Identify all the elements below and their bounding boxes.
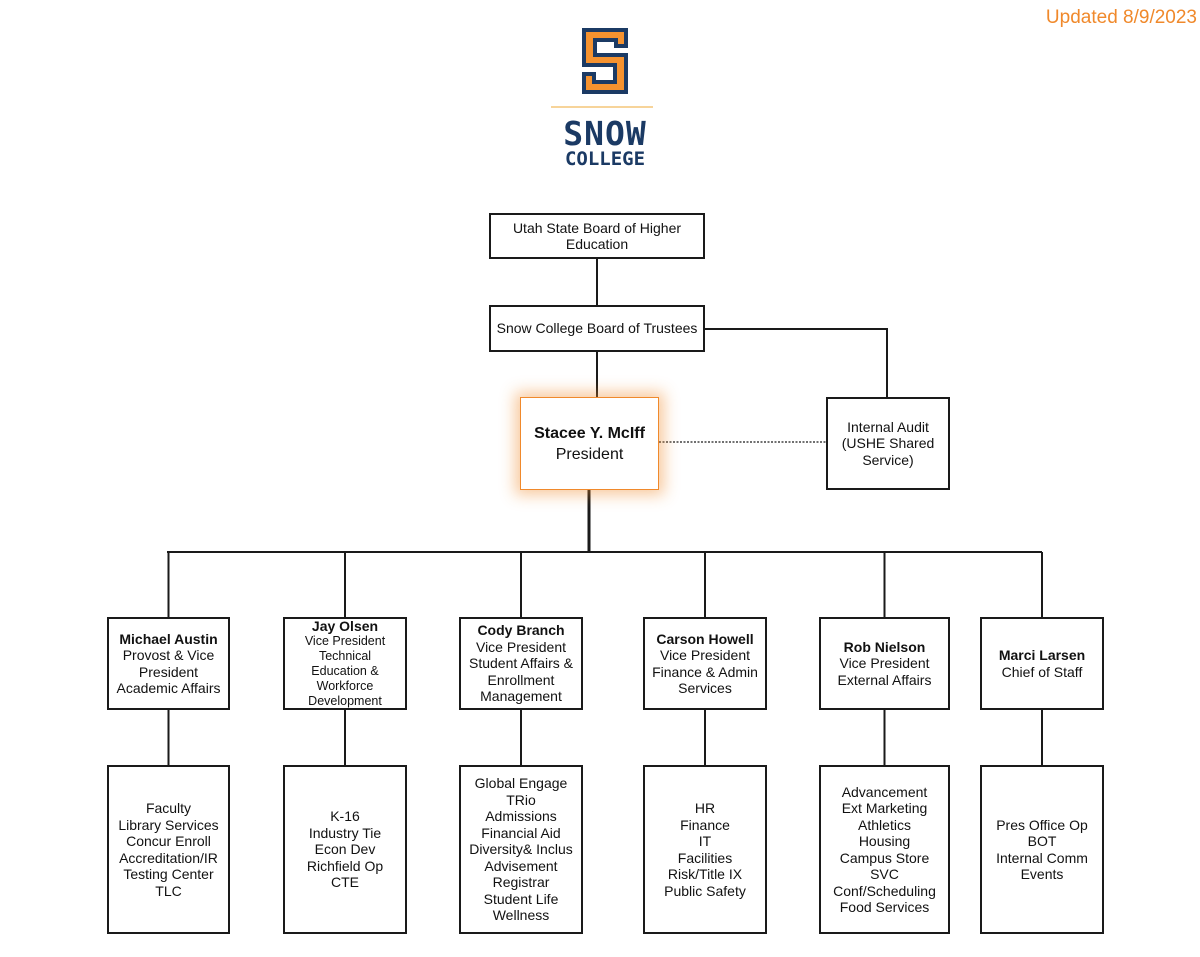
department-list-box: Pres Office Op BOT Internal Comm Events xyxy=(980,765,1104,934)
department-item: Ext Marketing xyxy=(841,800,928,816)
department-item: Food Services xyxy=(839,899,930,915)
department-item: Housing xyxy=(858,833,911,849)
department-item: Testing Center xyxy=(123,866,214,882)
department-item: Library Services xyxy=(118,816,219,833)
president-name: Stacee Y. McIff xyxy=(534,424,645,442)
department-item: Registrar xyxy=(492,874,550,891)
department-item: Internal Comm xyxy=(996,849,1088,866)
department-item: Diversity& Inclus xyxy=(469,841,573,858)
department-item: BOT xyxy=(1027,833,1057,849)
department-item: Financial Aid xyxy=(481,824,561,841)
department-item: Risk/Title IX xyxy=(667,866,743,882)
board-of-higher-education-box: Utah State Board of Higher Education xyxy=(489,213,705,259)
department-item: IT xyxy=(698,833,712,849)
vp-title: Vice President Student Affairs & Enrollm… xyxy=(468,638,574,705)
department-item: Advisement xyxy=(484,857,558,874)
department-list-box: HR Finance IT Facilities Risk/Title IX Public… xyxy=(643,765,767,934)
vp-title: Vice President External Affairs xyxy=(837,655,932,688)
vp-name: Jay Olsen xyxy=(311,617,379,634)
vp-name: Rob Nielson xyxy=(843,638,926,655)
department-item: Industry Tie xyxy=(308,824,382,841)
department-item: Econ Dev xyxy=(314,841,376,858)
vp-name: Marci Larsen xyxy=(998,647,1086,663)
president-box: Stacee Y. McIff President xyxy=(520,397,659,490)
department-item: Wellness xyxy=(492,907,550,924)
vp-name: Cody Branch xyxy=(477,622,565,639)
department-item: K-16 xyxy=(330,808,360,825)
department-item: HR xyxy=(694,800,716,816)
department-item: Accreditation/IR xyxy=(119,849,218,866)
vp-name: Michael Austin xyxy=(119,630,218,647)
department-item: SVC xyxy=(870,866,899,882)
vp-box: Cody Branch Vice President Student Affair… xyxy=(459,617,583,710)
vp-title: Chief of Staff xyxy=(1001,663,1083,680)
vp-box: Jay Olsen Vice President Technical Educat… xyxy=(283,617,407,710)
department-item: Pres Office Op xyxy=(996,816,1088,833)
department-item: Conf/Scheduling xyxy=(833,882,936,899)
department-item: Richfield Op xyxy=(306,857,384,874)
department-list-box: Advancement Ext Marketing Athletics Housing… xyxy=(819,765,950,934)
department-item: CTE xyxy=(331,874,359,891)
department-item: Concur Enroll xyxy=(126,833,211,849)
department-item: Finance xyxy=(680,816,730,833)
vp-title: Vice President Technical Education & Wor… xyxy=(304,634,386,709)
vp-name: Carson Howell xyxy=(656,630,754,647)
department-list-box: Global Engage TRio Admissions Financial Aid… xyxy=(459,765,583,934)
department-item: TRio xyxy=(506,791,536,808)
department-item: Admissions xyxy=(485,808,557,825)
department-item: Student Life xyxy=(483,890,559,907)
department-item: TLC xyxy=(155,882,182,899)
department-item: Faculty xyxy=(145,800,192,816)
president-title: President xyxy=(555,445,624,463)
department-item: Campus Store xyxy=(839,849,930,866)
vp-box: Rob Nielson Vice President External Affai… xyxy=(819,617,950,710)
department-item: Athletics xyxy=(858,816,911,833)
department-item: Global Engage xyxy=(474,775,568,792)
department-item: Facilities xyxy=(677,849,733,866)
vp-title: Vice President Finance & Admin Services xyxy=(652,647,758,696)
vp-box: Carson Howell Vice President Finance & Ad… xyxy=(643,617,767,710)
vp-box: Marci Larsen Chief of Staff xyxy=(980,617,1104,710)
internal-audit-box: Internal Audit (USHE Shared Service) xyxy=(826,397,950,490)
department-item: Public Safety xyxy=(664,882,746,899)
board-of-trustees-box: Snow College Board of Trustees xyxy=(489,305,705,352)
vp-title: Provost & Vice President Academic Affair… xyxy=(116,647,221,696)
department-list-box: K-16 Industry Tie Econ Dev Richfield Op CTE xyxy=(283,765,407,934)
department-item: Advancement xyxy=(841,783,928,800)
department-item: Events xyxy=(1020,866,1064,882)
department-list-box: Faculty Library Services Concur Enroll Accr… xyxy=(107,765,230,934)
vp-box: Michael Austin Provost & Vice President A… xyxy=(107,617,230,710)
